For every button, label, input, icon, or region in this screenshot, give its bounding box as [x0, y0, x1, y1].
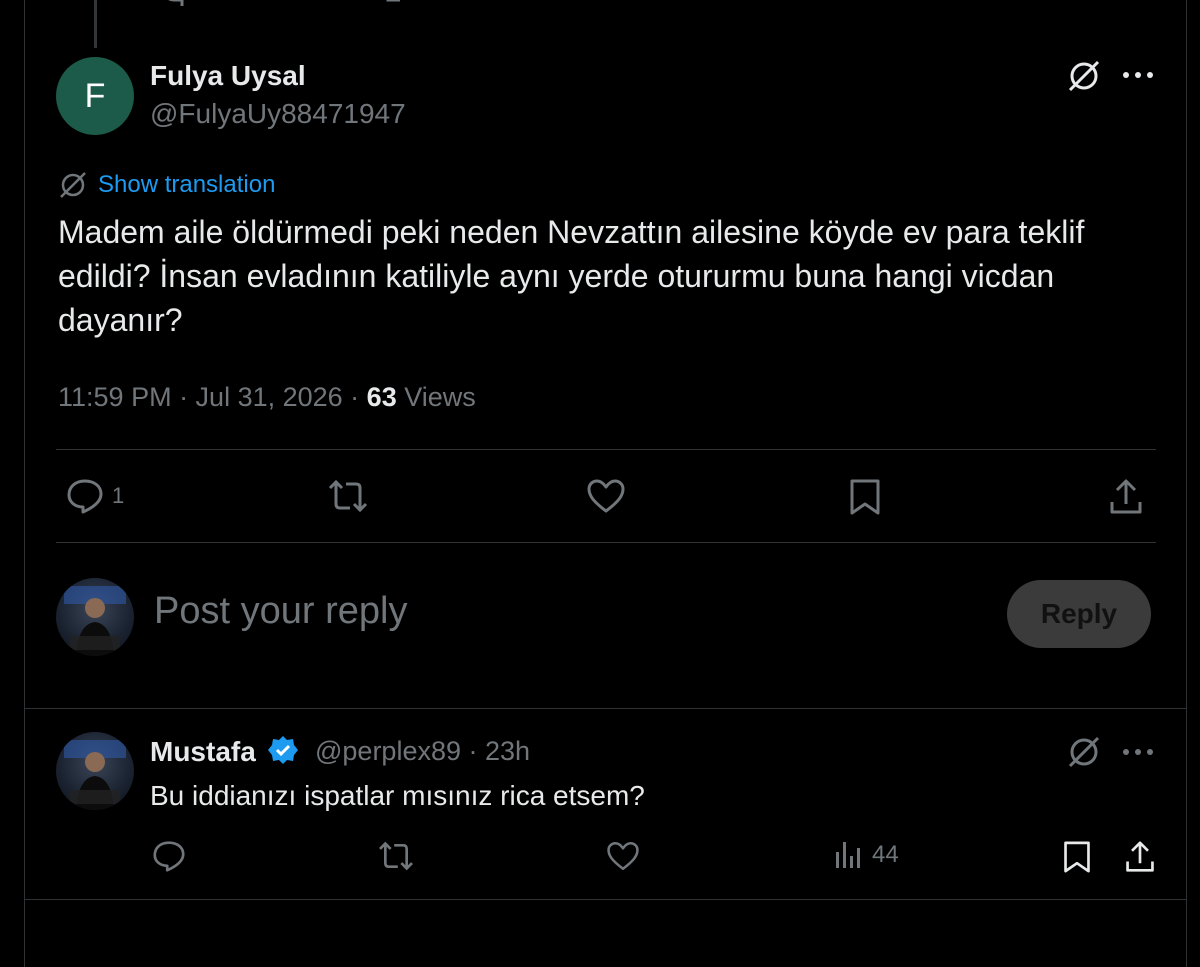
like-action[interactable] [586, 478, 626, 514]
avatar-letter: F [84, 76, 106, 115]
bookmark-action[interactable] [848, 478, 882, 516]
tweet-timestamp[interactable]: 11:59 PM · Jul 31, 2026 · [58, 382, 367, 412]
retweet-icon [328, 479, 368, 513]
reply-text: Bu iddianızı ispatlar mısınız rica etsem… [150, 780, 645, 811]
reply-share-action[interactable] [1124, 840, 1156, 874]
reply-retweet-action[interactable] [376, 840, 416, 872]
divider [24, 708, 1186, 709]
reply-author-name[interactable]: Mustafa [150, 735, 298, 768]
retweet-icon[interactable] [384, 0, 424, 8]
reply-count: 1 [112, 483, 125, 508]
column-border-right [1186, 0, 1187, 967]
reply-reply-action[interactable] [152, 840, 186, 872]
reply-like-action[interactable] [606, 840, 640, 872]
reply-input[interactable]: Post your reply [154, 590, 407, 633]
share-icon [1126, 841, 1154, 872]
column-border-left [24, 0, 25, 967]
views-icon[interactable] [836, 0, 906, 8]
verified-badge-icon [267, 736, 298, 764]
translate-icon [60, 172, 86, 198]
more-icon[interactable] [1122, 747, 1154, 757]
reply-views-action[interactable]: 44 [834, 840, 899, 870]
retweet-icon [379, 841, 413, 871]
retweet-action[interactable] [326, 478, 370, 514]
reply-views-count: 44 [872, 841, 899, 868]
bookmark-icon [850, 479, 880, 515]
views-icon [836, 842, 860, 868]
grok-icon[interactable] [1066, 734, 1102, 770]
user-photo [64, 740, 126, 810]
more-icon[interactable] [1122, 70, 1154, 80]
author-name[interactable]: Fulya Uysal [150, 60, 306, 92]
like-icon [607, 841, 639, 871]
share-icon[interactable] [1126, 0, 1156, 8]
previous-post-actions [0, 0, 1200, 8]
reply-icon[interactable] [160, 0, 190, 8]
reply-author-handle-time[interactable]: @perplex89 · 23h [315, 736, 530, 767]
like-icon[interactable] [610, 0, 670, 8]
avatar[interactable]: F [56, 57, 134, 135]
tweet-meta: 11:59 PM · Jul 31, 2026 · 63 Views [58, 382, 476, 413]
bookmark-icon[interactable] [1064, 0, 1092, 8]
reply-icon [153, 841, 185, 872]
reply-button-label: Reply [1040, 598, 1118, 629]
reply-icon [67, 479, 103, 514]
reply-author-avatar[interactable] [56, 732, 134, 810]
divider [56, 542, 1156, 543]
reply-action[interactable]: 1 [66, 478, 124, 514]
like-icon [587, 479, 625, 513]
show-translation-label[interactable]: Show translation [98, 171, 275, 199]
views-count: 63 [366, 382, 397, 412]
divider [24, 899, 1186, 900]
user-photo [64, 586, 126, 656]
tweet-text: Madem aile öldürmedi peki neden Nevzattı… [58, 214, 1085, 338]
share-action[interactable] [1108, 478, 1144, 516]
reply-bookmark-action[interactable] [1062, 840, 1092, 874]
share-icon [1110, 479, 1142, 514]
reply-author-name-text: Mustafa [150, 736, 256, 767]
divider [56, 449, 1156, 450]
current-user-avatar[interactable] [56, 578, 134, 656]
views-label: Views [396, 382, 476, 412]
author-handle[interactable]: @FulyaUy88471947 [150, 98, 406, 130]
show-translation-link[interactable]: Show translation [58, 170, 275, 200]
reply-button[interactable]: Reply [1007, 580, 1151, 648]
grok-icon[interactable] [1066, 58, 1102, 94]
bookmark-icon [1064, 841, 1090, 873]
